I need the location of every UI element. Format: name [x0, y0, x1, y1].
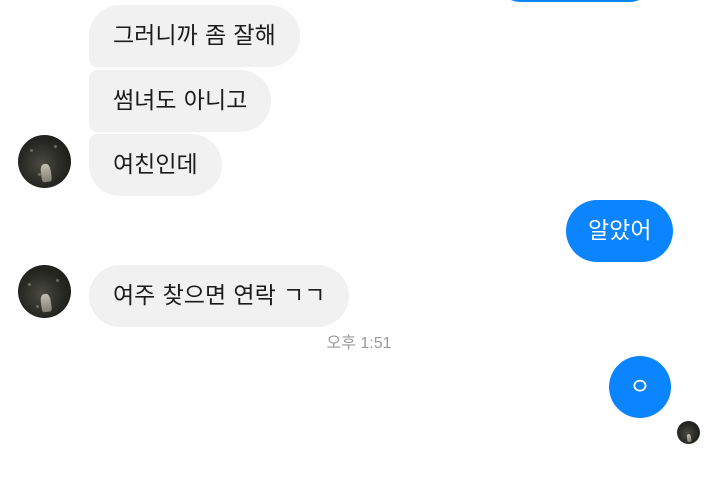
seen-indicator-avatar [677, 421, 700, 444]
sent-bubble-partial[interactable] [494, 0, 656, 2]
received-message-bubble[interactable]: 썸녀도 아니고 [89, 70, 272, 132]
message-text: 여친인데 [113, 152, 198, 178]
message-timestamp: 오후 1:51 [326, 335, 392, 352]
sent-message-bubble[interactable]: 알았어 [566, 200, 674, 262]
avatar-figure [40, 163, 53, 183]
message-text: 알았어 [588, 218, 652, 244]
received-message-bubble[interactable]: 여주 찾으면 연락 ㄱㄱ [89, 265, 350, 327]
avatar-figure [686, 433, 692, 442]
received-message-bubble[interactable]: 그러니까 좀 잘해 [89, 5, 300, 67]
contact-avatar[interactable] [18, 265, 71, 318]
message-text: 여주 찾으면 연락 ㄱㄱ [113, 283, 326, 309]
received-message-bubble[interactable]: 여친인데 [89, 134, 222, 196]
message-text: 그러니까 좀 잘해 [113, 23, 276, 49]
sent-message-bubble[interactable]: ㅇ [609, 356, 671, 418]
contact-avatar[interactable] [18, 135, 71, 188]
message-text: ㅇ [629, 374, 651, 400]
avatar-figure [40, 293, 53, 313]
message-text: 썸녀도 아니고 [113, 88, 248, 114]
